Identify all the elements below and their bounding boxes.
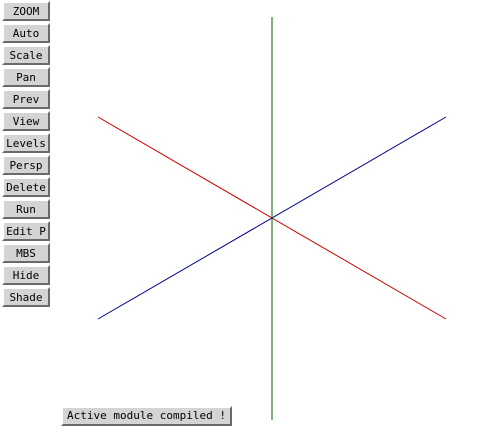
run-button[interactable]: Run xyxy=(2,199,50,219)
levels-button[interactable]: Levels xyxy=(2,133,50,153)
view-button[interactable]: View xyxy=(2,111,50,131)
auto-button[interactable]: Auto xyxy=(2,23,50,43)
scale-button[interactable]: Scale xyxy=(2,45,50,65)
persp-button[interactable]: Persp xyxy=(2,155,50,175)
prev-button[interactable]: Prev xyxy=(2,89,50,109)
delete-button[interactable]: Delete xyxy=(2,177,50,197)
3d-viewport[interactable] xyxy=(0,0,495,435)
command-toolbar: ZOOM Auto Scale Pan Prev View Levels Per… xyxy=(2,1,50,309)
zoom-button[interactable]: ZOOM xyxy=(2,1,50,21)
status-message: Active module compiled ! xyxy=(61,406,232,426)
edit-p-button[interactable]: Edit P xyxy=(2,221,50,241)
shade-button[interactable]: Shade xyxy=(2,287,50,307)
pan-button[interactable]: Pan xyxy=(2,67,50,87)
hide-button[interactable]: Hide xyxy=(2,265,50,285)
mbs-button[interactable]: MBS xyxy=(2,243,50,263)
